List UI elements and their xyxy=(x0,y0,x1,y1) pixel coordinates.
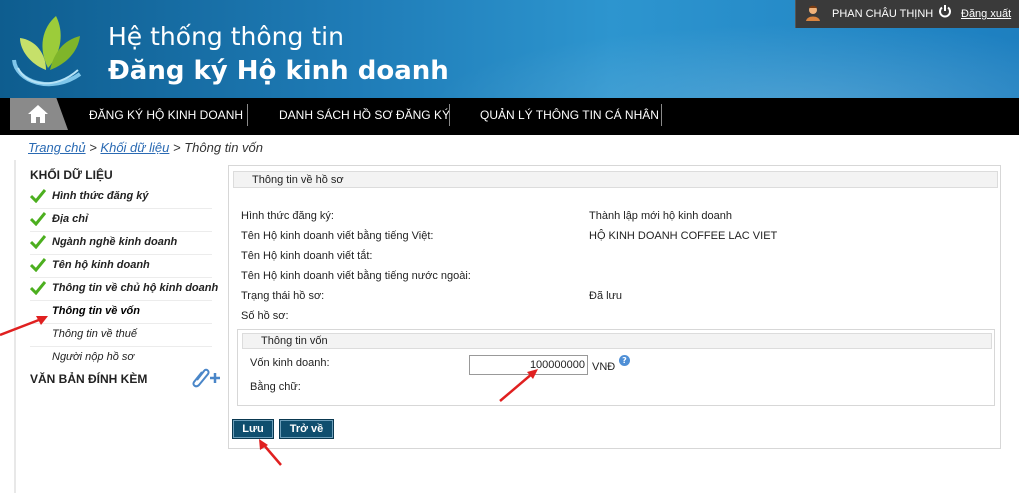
sidebar-item-capital-info[interactable]: Thông tin về vốn xyxy=(30,301,212,324)
profile-section-header: Thông tin về hồ sơ xyxy=(233,171,998,188)
sidebar-item-label: Ngành nghề kinh doanh xyxy=(52,236,178,248)
breadcrumb-separator: > xyxy=(89,140,97,155)
sidebar-item-label: Tên hộ kinh doanh xyxy=(52,259,150,271)
nav-item-personal-info[interactable]: QUẢN LÝ THÔNG TIN CÁ NHÂN xyxy=(480,108,659,122)
sidebar-item-label: Hình thức đăng ký xyxy=(52,190,149,202)
field-value: HỘ KINH DOANH COFFEE LAC VIET xyxy=(589,230,778,242)
sidebar-item-owner-info[interactable]: Thông tin về chủ hộ kinh doanh xyxy=(30,278,218,301)
breadcrumb-current: Thông tin vốn xyxy=(184,140,263,155)
nav-home-button[interactable] xyxy=(10,98,68,130)
sidebar-item-label: Thông tin về chủ hộ kinh doanh xyxy=(52,282,219,294)
main-panel: Thông tin về hồ sơ Hình thức đăng ký: Th… xyxy=(228,165,1001,449)
field-label: Tên Hộ kinh doanh viết bằng tiếng Việt: xyxy=(241,230,434,242)
content-frame-border xyxy=(14,160,16,493)
sidebar-item-label: Thông tin về thuế xyxy=(52,328,138,340)
user-bar: PHAN CHÂU THỊNH Đăng xuất xyxy=(795,0,1019,28)
attachments-title: VĂN BẢN ĐÍNH KÈM xyxy=(30,372,148,386)
capital-in-words-label: Bằng chữ: xyxy=(250,381,301,393)
check-icon xyxy=(30,235,46,249)
field-label: Tên Hộ kinh doanh viết tắt: xyxy=(241,250,373,262)
field-value: Thành lập mới hộ kinh doanh xyxy=(589,210,732,222)
sidebar-item-address[interactable]: Địa chỉ xyxy=(30,209,212,232)
capital-amount-label: Vốn kinh doanh: xyxy=(250,357,330,369)
app-title-line2: Đăng ký Hộ kinh doanh xyxy=(108,56,449,86)
capital-section-title: Thông tin vốn xyxy=(261,335,328,347)
capital-section: Thông tin vốn Vốn kinh doanh: VNĐ ? Bằng… xyxy=(237,329,995,406)
leaf-logo-icon xyxy=(12,16,82,87)
check-icon xyxy=(30,281,46,295)
currency-label: VNĐ xyxy=(592,361,616,373)
field-label: Trạng thái hồ sơ: xyxy=(241,290,325,302)
app-page: Hệ thống thông tin Đăng ký Hộ kinh doanh… xyxy=(0,0,1019,493)
breadcrumb-data-block-link[interactable]: Khối dữ liệu xyxy=(100,140,169,155)
nav-divider xyxy=(247,104,248,126)
nav-item-application-list[interactable]: DANH SÁCH HỒ SƠ ĐĂNG KÝ xyxy=(279,108,450,122)
status-value: Đã lưu xyxy=(589,290,623,302)
check-icon xyxy=(30,189,46,203)
sidebar-item-label: Địa chỉ xyxy=(52,213,89,225)
field-label: Tên Hộ kinh doanh viết bằng tiếng nước n… xyxy=(241,270,471,282)
add-attachment-icon[interactable] xyxy=(190,368,222,388)
app-title-line1: Hệ thống thông tin xyxy=(108,22,344,51)
sidebar-item-business-lines[interactable]: Ngành nghề kinh doanh xyxy=(30,232,212,255)
sidebar-item-tax-info[interactable]: Thông tin về thuế xyxy=(30,324,212,347)
user-avatar-icon xyxy=(806,5,820,21)
breadcrumb-separator: > xyxy=(173,140,181,155)
back-button[interactable]: Trở về xyxy=(279,419,334,439)
user-name: PHAN CHÂU THỊNH xyxy=(832,8,934,20)
home-icon xyxy=(28,105,48,123)
capital-section-header: Thông tin vốn xyxy=(242,333,992,349)
breadcrumb-home-link[interactable]: Trang chủ xyxy=(28,140,86,155)
main-nav: ĐĂNG KÝ HỘ KINH DOANH DANH SÁCH HỒ SƠ ĐĂ… xyxy=(0,98,1019,135)
sidebar-item-label: Thông tin về vốn xyxy=(52,305,140,317)
logout-link[interactable]: Đăng xuất xyxy=(961,8,1011,20)
power-icon[interactable] xyxy=(938,4,952,18)
field-label: Hình thức đăng ký: xyxy=(241,210,334,222)
sidebar-item-label: Người nộp hồ sơ xyxy=(52,351,135,363)
app-header: Hệ thống thông tin Đăng ký Hộ kinh doanh… xyxy=(0,0,1019,98)
nav-item-register[interactable]: ĐĂNG KÝ HỘ KINH DOANH xyxy=(89,108,243,122)
field-label: Số hồ sơ: xyxy=(241,310,289,322)
nav-divider xyxy=(661,104,662,126)
sidebar-item-submitter[interactable]: Người nộp hồ sơ xyxy=(30,347,212,370)
sidebar-item-registration-type[interactable]: Hình thức đăng ký xyxy=(30,186,212,209)
breadcrumb: Trang chủ > Khối dữ liệu > Thông tin vốn xyxy=(28,140,263,155)
capital-amount-input[interactable] xyxy=(469,355,588,375)
check-icon xyxy=(30,212,46,226)
profile-section-title: Thông tin về hồ sơ xyxy=(252,174,344,186)
check-icon xyxy=(30,258,46,272)
save-button[interactable]: Lưu xyxy=(232,419,274,439)
nav-divider xyxy=(449,104,450,126)
sidebar-item-business-name[interactable]: Tên hộ kinh doanh xyxy=(30,255,212,278)
sidebar-title: KHỐI DỮ LIỆU xyxy=(30,168,113,182)
help-icon[interactable]: ? xyxy=(619,355,630,366)
